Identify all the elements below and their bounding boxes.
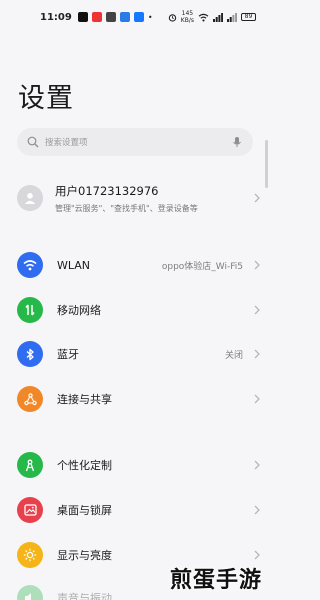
brightness-icon-badge xyxy=(17,542,43,568)
personalize-icon xyxy=(25,459,35,471)
settings-item-wlan[interactable]: WLAN oppo体验店_Wi-Fi5 xyxy=(17,251,261,279)
network-speed: 145 KB/s xyxy=(181,10,194,24)
battery-icon: 89 xyxy=(241,13,256,21)
chevron-right-icon xyxy=(254,305,260,315)
wifi-icon xyxy=(23,260,37,271)
settings-item-desktop-lockscreen[interactable]: 桌面与锁屏 xyxy=(17,496,261,524)
sound-icon xyxy=(25,593,31,600)
sound-icon-badge xyxy=(17,585,43,600)
settings-item-label: 桌面与锁屏 xyxy=(57,504,112,517)
account-text: 用户01723132976 管理"云服务"、"查找手机"、登录设备等 xyxy=(55,183,253,214)
settings-item-value: 关闭 xyxy=(224,350,243,361)
mobile-data-icon-badge xyxy=(17,297,43,323)
account-row[interactable]: 用户01723132976 管理"云服务"、"查找手机"、登录设备等 xyxy=(17,178,261,218)
account-subtitle: 管理"云服务"、"查找手机"、登录设备等 xyxy=(55,203,198,213)
search-placeholder: 搜索设置项 xyxy=(45,138,88,148)
message-notification-icon xyxy=(119,12,130,22)
video-notification-icon xyxy=(105,12,116,22)
settings-item-mobile-network[interactable]: 移动网络 xyxy=(17,296,261,324)
settings-item-connection-sharing[interactable]: 连接与共享 xyxy=(17,385,261,413)
search-icon xyxy=(27,136,39,148)
signal-icon-2 xyxy=(227,12,237,22)
tiktok-notification-icon xyxy=(77,12,88,22)
settings-item-label: 连接与共享 xyxy=(57,393,112,406)
bluetooth-icon-badge xyxy=(17,341,43,367)
share-icon xyxy=(23,392,37,405)
network-speed-unit: KB/s xyxy=(180,17,194,24)
status-left: 11:09 • xyxy=(40,12,153,23)
status-right: 145 KB/s 89 xyxy=(168,10,256,24)
settings-item-value: oppo体验店_Wi-Fi5 xyxy=(161,261,243,272)
watermark: 煎蛋手游 xyxy=(169,568,262,593)
wallpaper-icon-badge xyxy=(17,497,43,523)
wifi-status-icon xyxy=(198,13,209,22)
microphone-icon[interactable] xyxy=(231,136,243,148)
account-name: 用户01723132976 xyxy=(55,183,159,198)
network-speed-value: 145 xyxy=(181,10,194,17)
settings-item-label: WLAN xyxy=(57,258,91,272)
chevron-right-icon xyxy=(254,460,260,470)
status-bar: 11:09 • 145 KB/s 89 xyxy=(0,0,270,34)
avatar xyxy=(17,185,43,211)
chevron-right-icon xyxy=(254,349,260,359)
alarm-icon xyxy=(168,13,176,22)
settings-item-label: 蓝牙 xyxy=(57,348,79,361)
page-title: 设置 xyxy=(18,83,74,114)
user-icon xyxy=(24,193,36,204)
wifi-icon-badge xyxy=(17,252,43,278)
bluetooth-icon xyxy=(26,348,34,360)
app-notification-icon xyxy=(91,12,102,22)
brightness-icon xyxy=(23,548,37,562)
settings-item-label: 显示与亮度 xyxy=(57,549,112,562)
more-notifications-icon: • xyxy=(147,12,153,22)
personalize-icon-badge xyxy=(17,452,43,478)
chevron-right-icon xyxy=(254,550,260,560)
chevron-right-icon xyxy=(254,193,260,203)
settings-item-label: 移动网络 xyxy=(57,304,101,317)
status-time: 11:09 xyxy=(40,11,72,23)
share-icon-badge xyxy=(17,386,43,412)
mobile-data-icon xyxy=(25,304,35,316)
battery-level: 89 xyxy=(244,13,253,20)
chevron-right-icon xyxy=(254,505,260,515)
chevron-right-icon xyxy=(254,260,260,270)
settings-item-label: 个性化定制 xyxy=(57,459,112,472)
pay-notification-icon xyxy=(133,12,144,22)
settings-item-bluetooth[interactable]: 蓝牙 关闭 xyxy=(17,340,261,368)
search-bar[interactable]: 搜索设置项 xyxy=(17,128,253,156)
scrollbar[interactable] xyxy=(265,140,268,188)
signal-icon xyxy=(213,12,223,22)
chevron-right-icon xyxy=(254,394,260,404)
wallpaper-icon xyxy=(23,504,37,516)
settings-item-personalization[interactable]: 个性化定制 xyxy=(17,451,261,479)
